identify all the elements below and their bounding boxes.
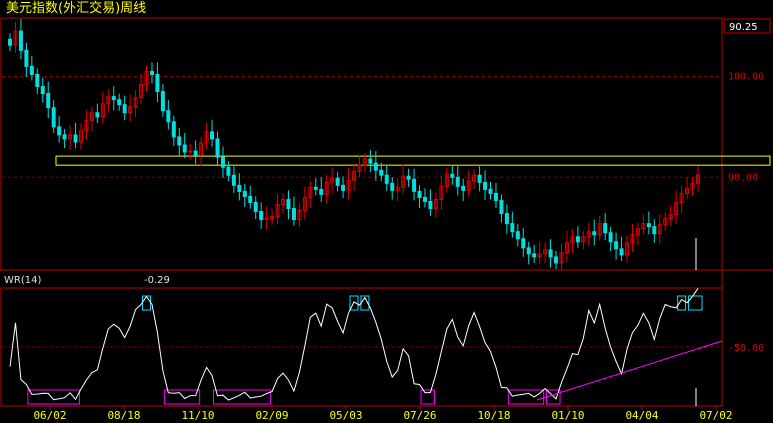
date-tick-label: 07/26	[403, 409, 436, 422]
candle-body	[291, 208, 296, 221]
candle-body	[488, 188, 493, 194]
candle-body	[210, 131, 215, 140]
candle-body	[149, 70, 154, 75]
candle-body	[504, 213, 509, 225]
candle-body	[319, 188, 324, 195]
date-tick-label: 10/18	[477, 409, 510, 422]
candle-body	[422, 196, 427, 202]
candle-body	[608, 232, 613, 243]
price-readout-value: 90.25	[729, 22, 758, 33]
candle-body	[646, 223, 651, 228]
candle-body	[226, 166, 231, 176]
candle-body	[493, 192, 498, 201]
candle-body	[515, 231, 520, 240]
candle-body	[215, 138, 220, 158]
candle-body	[259, 211, 264, 221]
indicator-value: -0.29	[144, 275, 170, 286]
candle-body	[29, 65, 34, 75]
candle-body	[46, 93, 51, 109]
candle-body	[455, 176, 460, 187]
candle-body	[95, 112, 100, 118]
price-tick-label: 100.00	[728, 71, 764, 82]
candle-body	[406, 175, 411, 180]
candle-body	[592, 231, 597, 236]
candle-body	[166, 110, 171, 123]
candle-body	[155, 73, 160, 93]
candle-body	[248, 195, 253, 203]
candle-body	[220, 156, 225, 168]
candle-body	[554, 256, 559, 264]
date-tick-label: 06/02	[33, 409, 66, 422]
candle-body	[373, 162, 378, 171]
candle-body	[652, 226, 657, 235]
candle-body	[499, 199, 504, 215]
date-tick-label: 07/02	[699, 409, 732, 422]
candle-body	[73, 134, 78, 143]
date-tick-label: 04/04	[625, 409, 658, 422]
candle-body	[619, 248, 624, 256]
indicator-tick-label: -50.00	[728, 343, 764, 354]
indicator-name: WR(14)	[4, 275, 41, 286]
price-tick-label: 90.00	[728, 172, 758, 183]
candle-body	[614, 241, 619, 250]
candle-body	[368, 158, 373, 164]
candle-body	[117, 99, 122, 106]
candle-body	[231, 174, 236, 186]
date-tick-label: 11/10	[181, 409, 214, 422]
chart-title: 美元指数(外汇交易)周线	[6, 0, 146, 16]
date-tick-label: 01/10	[551, 409, 584, 422]
candle-body	[417, 190, 422, 198]
candle-body	[379, 169, 384, 176]
candle-body	[182, 144, 187, 153]
candle-body	[51, 107, 56, 128]
candle-body	[177, 136, 182, 146]
candle-body	[461, 185, 466, 191]
candle-body	[390, 182, 395, 191]
candle-body	[40, 86, 45, 95]
candle-body	[510, 223, 515, 233]
candle-body	[171, 121, 176, 138]
candle-body	[477, 174, 482, 183]
candle-body	[450, 173, 455, 178]
date-tick-label: 05/03	[329, 409, 362, 422]
candle-body	[8, 38, 12, 46]
candle-body	[521, 238, 526, 249]
candle-body	[193, 150, 198, 156]
candle-body	[35, 73, 40, 88]
candle-body	[57, 126, 62, 136]
candle-body	[237, 184, 242, 192]
candle-body	[603, 223, 608, 234]
candle-body	[160, 91, 165, 112]
date-tick-label: 02/09	[255, 409, 288, 422]
candle-body	[62, 134, 67, 140]
candle-body	[575, 236, 580, 243]
candle-body	[412, 178, 417, 192]
candle-body	[18, 30, 23, 51]
candle-body	[111, 96, 116, 101]
candle-body	[313, 186, 318, 190]
candle-body	[253, 201, 258, 213]
date-tick-label: 08/18	[107, 409, 140, 422]
candle-body	[286, 198, 291, 210]
candle-body	[341, 184, 346, 191]
candle-body	[335, 177, 340, 186]
candle-body	[532, 253, 537, 258]
candle-body	[122, 104, 127, 114]
candlestick-chart[interactable]: 美元指数(外汇交易)周线 90.25 100.00 90.00 WR(14) -0…	[0, 0, 773, 423]
candle-body	[24, 49, 29, 67]
candle-body	[483, 181, 488, 190]
candle-body	[384, 174, 389, 184]
candle-body	[526, 247, 531, 255]
candle-body	[548, 249, 553, 258]
candle-body	[242, 190, 247, 197]
candle-body	[428, 200, 433, 210]
